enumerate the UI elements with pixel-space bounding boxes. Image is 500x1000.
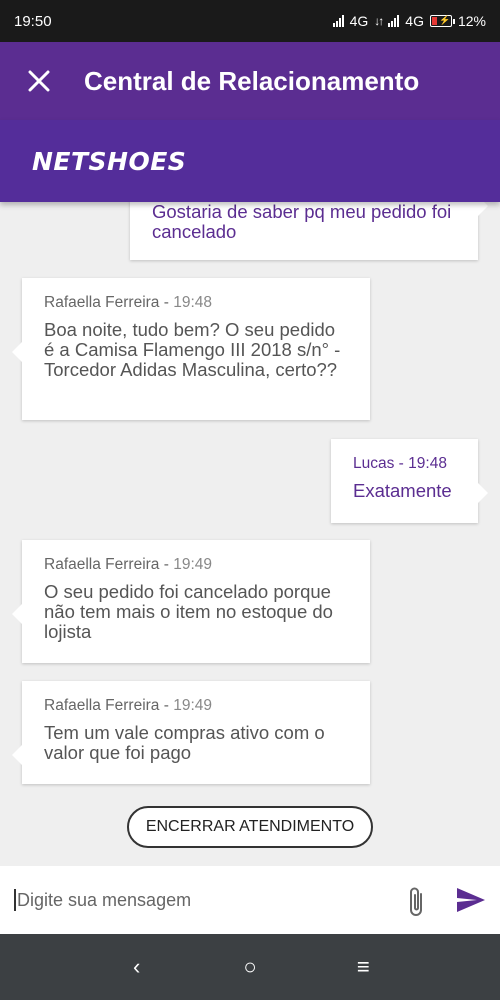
message-time: 19:49 [173, 697, 213, 714]
signal-icon [332, 15, 344, 27]
message-time: 19:48 [408, 455, 447, 472]
network-label-2: 4G [405, 13, 424, 29]
app-bar: Central de Relacionamento [0, 42, 500, 120]
message-author: Rafaella Ferreira [44, 294, 160, 311]
message-time: 19:49 [173, 556, 213, 573]
back-icon[interactable]: ‹ [117, 954, 157, 980]
end-chat-button[interactable]: ENCERRAR ATENDIMENTO [127, 806, 373, 848]
message-input[interactable] [17, 889, 397, 911]
send-icon [457, 888, 485, 912]
data-arrows-icon: ↓↑ [374, 14, 384, 28]
message-text: O seu pedido foi cancelado porque não te… [44, 581, 333, 642]
status-bar: 19:50 4G ↓↑ 4G ⚡ 12% [0, 0, 500, 42]
home-icon[interactable]: ○ [230, 954, 270, 980]
recents-icon[interactable]: ≡ [343, 954, 383, 980]
chat-history[interactable]: Gostaria de saber pq meu pedido foi canc… [0, 202, 500, 866]
signal-icon-2 [388, 15, 400, 27]
message-author: Rafaella Ferreira [44, 697, 160, 714]
page-title: Central de Relacionamento [84, 65, 420, 96]
message-meta: Rafaella Ferreira - 19:48 [44, 294, 213, 311]
status-time: 19:50 [14, 12, 52, 30]
message-author: Rafaella Ferreira [44, 556, 160, 573]
message-meta: Lucas - 19:48 [353, 455, 447, 472]
netshoes-logo: NETSHOES [32, 146, 187, 176]
close-icon [28, 70, 50, 92]
message-text: Gostaria de saber pq meu pedido foi canc… [152, 202, 452, 242]
message-text: Boa noite, tudo bem? O seu pedido é a Ca… [44, 319, 341, 380]
message-text: Tem um vale compras ativo com o valor qu… [44, 722, 325, 763]
text-cursor [14, 889, 16, 911]
close-button[interactable] [0, 42, 78, 120]
message-bubble-agent: Rafaella Ferreira - 19:49 Tem um vale co… [12, 681, 370, 784]
message-meta: Rafaella Ferreira - 19:49 [44, 556, 213, 573]
battery-percent: 12% [457, 13, 486, 29]
message-bubble-user: Lucas - 19:48 Exatamente [331, 439, 488, 523]
status-icons: 4G ↓↑ 4G ⚡ 12% [332, 13, 486, 29]
message-meta: Rafaella Ferreira - 19:49 [44, 697, 213, 714]
battery-icon: ⚡ [429, 15, 455, 27]
attach-button[interactable] [404, 886, 430, 923]
message-bubble-agent: Rafaella Ferreira - 19:48 Boa noite, tud… [12, 278, 370, 420]
send-button[interactable] [455, 886, 487, 919]
message-composer [0, 866, 500, 934]
system-nav-bar: ‹ ○ ≡ [0, 934, 500, 1000]
message-author: Lucas [353, 455, 395, 472]
paperclip-icon [410, 887, 422, 916]
message-time: 19:48 [173, 294, 213, 311]
message-bubble-agent: Rafaella Ferreira - 19:49 O seu pedido f… [12, 540, 370, 663]
message-text: Exatamente [353, 480, 452, 501]
network-label-1: 4G [349, 13, 369, 29]
message-bubble-user: Gostaria de saber pq meu pedido foi canc… [130, 202, 488, 260]
brand-bar: NETSHOES [0, 120, 500, 202]
